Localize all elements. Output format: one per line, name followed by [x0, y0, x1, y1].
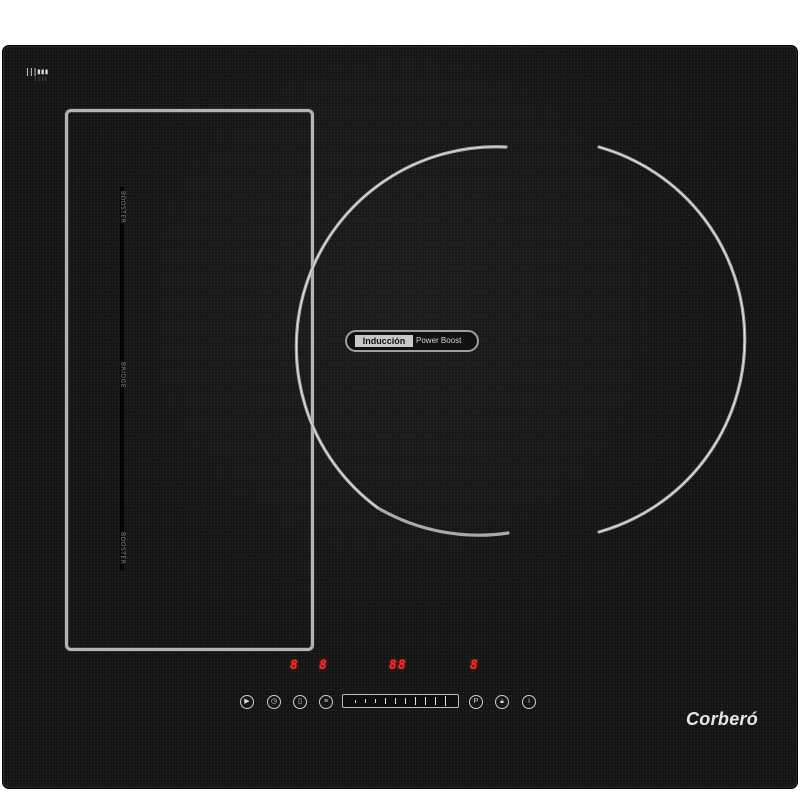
bridge-label: BRIDGE	[119, 362, 126, 389]
cooktop-panel: |||▮▮▮ |||| BOOSTER BRIDGE BOOSTER Induc…	[3, 46, 797, 788]
display-zone-3: 8	[470, 658, 479, 673]
display-zone-2: 8	[319, 658, 328, 673]
slider-tick	[395, 698, 396, 704]
tech-badge-icon: |||▮▮▮ ||||	[25, 67, 49, 82]
slider-tick	[425, 697, 426, 705]
slider-tick	[435, 696, 436, 706]
zone-select-icon[interactable]: ▯	[293, 695, 307, 709]
timer-icon[interactable]: ◷	[267, 695, 281, 709]
slider-tick	[355, 699, 356, 703]
slider-tick	[405, 697, 406, 705]
play-pause-icon[interactable]: ▶	[240, 695, 254, 709]
slider-tick	[365, 699, 366, 703]
induccion-label: Inducción	[355, 335, 413, 347]
slider-tick	[385, 698, 386, 704]
slider-tick	[445, 696, 446, 706]
booster-label-bottom: BOOSTER	[119, 532, 126, 565]
power-boost-label: Power Boost	[416, 336, 462, 345]
slider-tick	[415, 697, 416, 705]
booster-label-top: BOOSTER	[119, 191, 126, 224]
power-slider[interactable]	[342, 694, 459, 708]
induccion-power-boost-badge: Inducción Power Boost	[345, 330, 479, 352]
display-timer: 88	[389, 658, 407, 673]
lock-icon[interactable]: 🔒︎	[495, 695, 509, 709]
brand-logo: Corberó	[686, 709, 759, 729]
pause-button[interactable]: P	[469, 695, 483, 709]
zone-grid-icon[interactable]: ≡	[319, 695, 333, 709]
power-icon[interactable]: i	[522, 695, 536, 709]
slider-tick	[375, 698, 376, 704]
display-zone-1: 8	[290, 658, 299, 673]
flex-cooking-zone[interactable]	[65, 109, 314, 651]
